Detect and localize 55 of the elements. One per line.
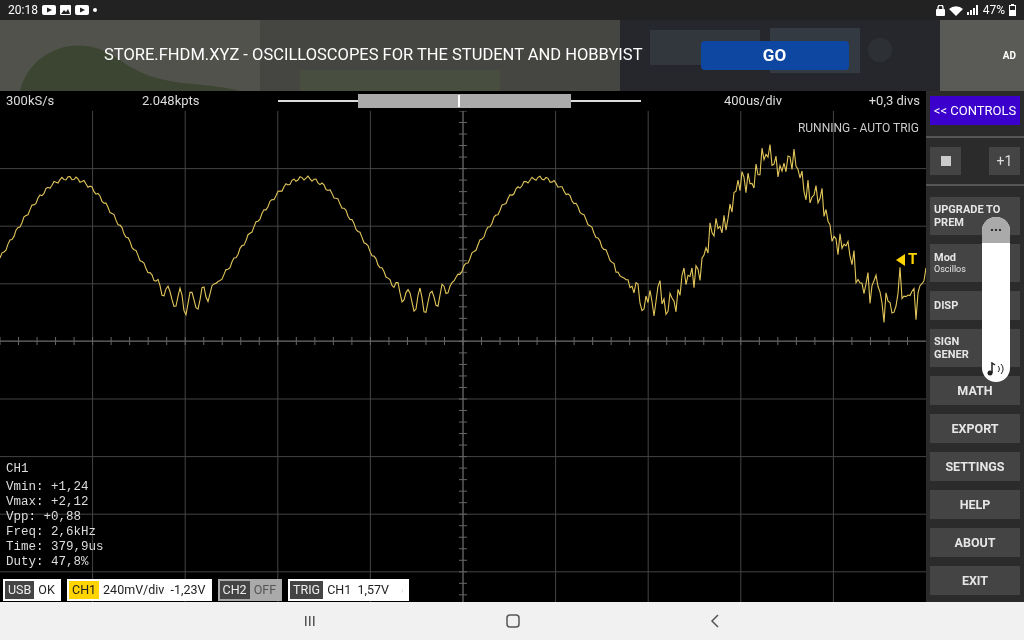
trigger-marker[interactable]: T	[908, 252, 918, 267]
menu-button[interactable]: HELP	[930, 490, 1020, 519]
home-icon[interactable]	[506, 614, 520, 628]
timebase: 400us/div	[724, 92, 782, 111]
chip-label: CH1	[69, 581, 100, 599]
sample-rate: 300kS/s	[6, 92, 55, 111]
usb-status-chip[interactable]: USB OK	[3, 579, 61, 601]
chip-value: 240mV/div -1,23V	[103, 580, 206, 599]
back-icon[interactable]	[710, 614, 720, 628]
measurement-line: Vmax: +2,12	[6, 495, 90, 510]
chip-value: OFF	[253, 580, 277, 599]
chip-label: TRIG	[290, 581, 324, 599]
stop-button[interactable]	[930, 147, 961, 175]
ad-text: STORE.FHDM.XYZ - OSCILLOSCOPES FOR THE STUDENT AND HOBBYIST	[104, 44, 643, 67]
lock-icon	[935, 4, 945, 16]
signal-icon	[966, 5, 979, 15]
menu-button[interactable]: MATH	[930, 376, 1020, 405]
stop-icon	[940, 156, 951, 166]
menu-button[interactable]: SETTINGS	[930, 452, 1020, 481]
video-app-icon	[41, 5, 56, 15]
channel-chip[interactable]: CH2 OFF	[217, 579, 283, 601]
wifi-icon	[948, 4, 963, 16]
trigger-arrow-icon	[896, 253, 905, 266]
measurement-line: Freq: 2,6kHz	[6, 525, 97, 540]
volume-toast[interactable]: ...	[982, 217, 1010, 382]
run-status: RUNNING - AUTO TRIG	[797, 120, 919, 137]
chip-label: USB	[5, 581, 35, 599]
music-note-icon	[987, 362, 1005, 376]
image-icon	[59, 5, 71, 15]
measurement-line: Vpp: +0,88	[6, 510, 82, 525]
time-offset: +0,3 divs	[868, 92, 920, 111]
battery-icon	[1009, 4, 1016, 16]
battery-percent: 47%	[982, 2, 1005, 19]
video-app-icon	[74, 5, 89, 15]
step-button[interactable]: +1	[989, 147, 1020, 175]
measurement-title: CH1	[6, 462, 30, 477]
go-button[interactable]: GO	[700, 41, 849, 70]
chip-value: OK	[38, 580, 55, 599]
menu-button[interactable]: EXIT	[930, 566, 1020, 595]
controls-toggle-button[interactable]: << CONTROLS	[930, 96, 1020, 125]
clock-time: 20:18	[8, 2, 38, 19]
ad-label: AD	[1002, 49, 1016, 63]
measurement-line: Time: 379,9us	[6, 540, 104, 555]
measurement-line: Duty: 47,8%	[6, 555, 90, 570]
chip-value: CH1 1,57V	[327, 580, 389, 599]
dot-icon	[92, 8, 97, 12]
channel-chip[interactable]: CH1 240mV/div -1,23V	[67, 579, 212, 601]
chip-label: CH2	[219, 581, 250, 599]
menu-button[interactable]: ABOUT	[930, 528, 1020, 557]
point-count: 2.048kpts	[142, 92, 200, 111]
timeline-scrollbar[interactable]	[278, 94, 641, 108]
trigger-chip[interactable]: TRIG CH1 1,57V	[288, 579, 410, 601]
recent-apps-icon[interactable]	[304, 615, 316, 627]
menu-button[interactable]: EXPORT	[930, 414, 1020, 443]
measurement-line: Vmin: +1,24	[6, 480, 90, 495]
